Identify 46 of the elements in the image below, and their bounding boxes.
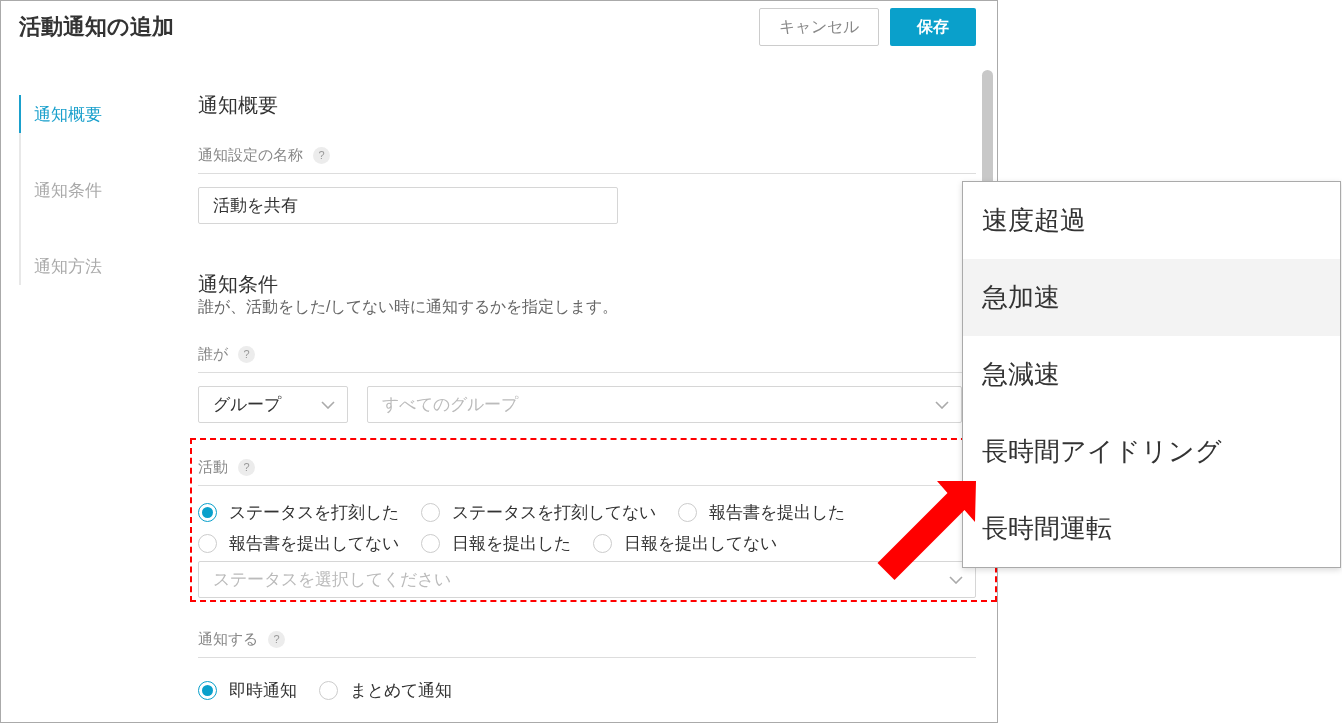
radio-button[interactable]	[198, 502, 217, 522]
radio-label: ステータスを打刻してない	[452, 501, 656, 523]
sidebar-item[interactable]: 通知概要	[19, 95, 149, 133]
select-field[interactable]: すべてのグループ	[367, 386, 962, 423]
radio-button[interactable]	[421, 533, 440, 553]
cancel-button[interactable]: キャンセル	[759, 8, 879, 46]
save-button[interactable]: 保存	[890, 8, 976, 46]
radio-label: 報告書を提出した	[709, 501, 845, 523]
radio-button[interactable]	[319, 680, 338, 700]
radio-label: 即時通知	[229, 679, 297, 701]
select-field[interactable]: ステータスを選択してください	[198, 561, 976, 598]
radio-label: 日報を提出してない	[624, 532, 777, 554]
field-label: 通知設定の名称	[198, 145, 303, 165]
radio-label: まとめて通知	[350, 679, 452, 701]
help-button[interactable]: ?	[238, 345, 255, 363]
radio-button[interactable]	[593, 533, 612, 553]
sidebar-item[interactable]: 通知条件	[19, 171, 149, 209]
dropdown-item[interactable]: 急加速	[963, 259, 1340, 336]
dropdown-item[interactable]: 急減速	[963, 336, 1340, 413]
radio-button[interactable]	[198, 533, 217, 553]
radio-button[interactable]	[198, 680, 217, 700]
name-input[interactable]: 活動を共有	[198, 187, 618, 224]
radio-button[interactable]	[678, 502, 697, 522]
help-button[interactable]: ?	[313, 146, 330, 164]
scrollbar-thumb[interactable]	[982, 70, 993, 181]
chevron-down-icon	[321, 400, 335, 409]
dropdown-item[interactable]: 速度超過	[963, 182, 1340, 259]
section-description: 誰が、活動をした/してない時に通知するかを指定します。	[198, 297, 620, 317]
radio-label: ステータスを打刻した	[229, 501, 399, 523]
field-label: 通知する	[198, 629, 258, 649]
section-heading: 通知概要	[198, 93, 279, 118]
radio-label: 報告書を提出してない	[229, 532, 399, 554]
select-field[interactable]: グループ	[198, 386, 348, 423]
dropdown-item[interactable]: 長時間運転	[963, 490, 1340, 567]
radio-button[interactable]	[421, 502, 440, 522]
dialog-title: 活動通知の追加	[19, 13, 174, 41]
chevron-down-icon	[935, 400, 949, 409]
sidebar-item[interactable]: 通知方法	[19, 247, 149, 285]
field-label: 活動	[198, 457, 228, 477]
help-button[interactable]: ?	[268, 630, 285, 648]
chevron-down-icon	[949, 575, 963, 584]
section-heading: 通知条件	[198, 272, 279, 297]
radio-label: 日報を提出した	[452, 532, 571, 554]
help-button[interactable]: ?	[238, 458, 255, 476]
dropdown-item[interactable]: 長時間アイドリング	[963, 413, 1340, 490]
field-label: 誰が	[198, 344, 228, 364]
